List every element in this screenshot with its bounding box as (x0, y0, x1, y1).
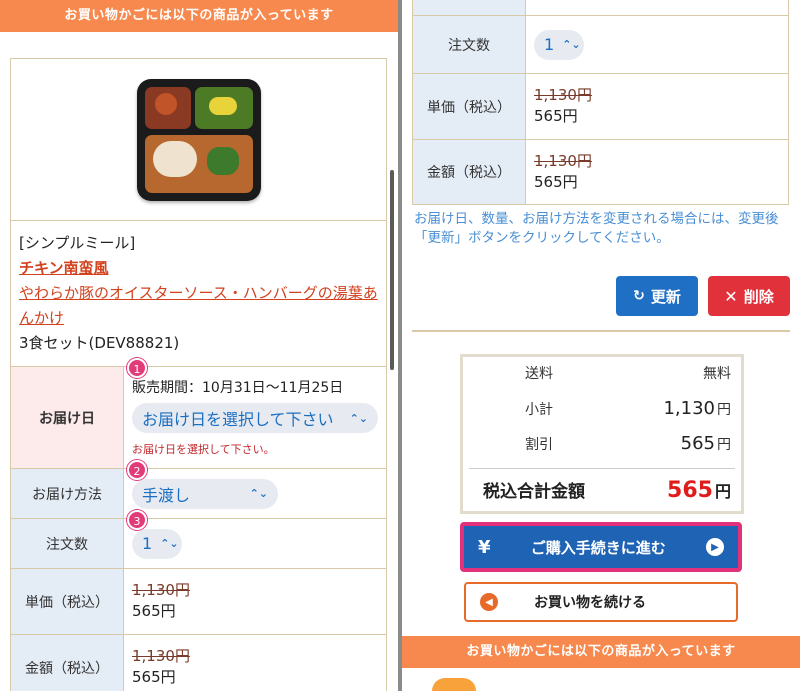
unit-price-value: 565円 (132, 602, 176, 620)
unit-price-row: 単価（税込） 1,130円 565円 (11, 568, 386, 634)
subtotal-value: 1,130 (663, 398, 715, 419)
delete-button[interactable]: ✕ 削除 (708, 276, 790, 316)
discount-label: 割引 (525, 437, 553, 453)
quantity-row: 注文数 3 1 ⌃⌄ (11, 510, 386, 568)
delivery-date-value: お届け日を選択して下さい (142, 410, 334, 429)
continue-shopping-button[interactable]: ◀ お買い物を続ける (464, 582, 738, 622)
product-image[interactable] (11, 58, 386, 220)
chevron-updown-icon: ⌃⌄ (249, 487, 268, 500)
arrow-left-circle-icon: ◀ (480, 593, 498, 611)
product-brand: [シンプルミール] (19, 234, 136, 252)
delivery-method-select[interactable]: 手渡し ⌃⌄ (132, 478, 278, 509)
checkout-label: ご購入手続きに進む (530, 538, 666, 557)
total-row: 税込合計金額 565 円 (469, 468, 735, 503)
quantity-value: 1 (544, 35, 555, 54)
discount-value: 565 (680, 433, 715, 454)
unit-price-original: 1,130円 (534, 86, 592, 104)
update-label: 更新 (650, 287, 681, 306)
close-icon: ✕ (724, 286, 738, 306)
unit-price-original: 1,130円 (132, 581, 190, 599)
shipping-value: 無料 (703, 366, 731, 382)
order-summary: 送料 無料 小計 1,130 円 割引 565 円 税込合計金額 565 円 (460, 354, 744, 514)
quantity-value: 1 (142, 534, 153, 553)
quantity-label: 注文数 (11, 519, 124, 568)
step-badge-1: 1 (127, 358, 147, 378)
amount-original: 1,130円 (534, 152, 592, 170)
delivery-method-value: 手渡し (142, 485, 191, 505)
total-value: 565 (667, 478, 713, 503)
delivery-date-label: お届け日 (11, 367, 124, 468)
amount-value: 565円 (132, 668, 176, 686)
quantity-select[interactable]: 1 ⌃⌄ (132, 528, 182, 559)
unit-price-label: 単価（税込） (11, 569, 124, 634)
unit-price-value: 565円 (534, 107, 578, 125)
delivery-date-select[interactable]: お届け日を選択して下さい ⌃⌄ (132, 403, 378, 433)
step-badge-3: 3 (127, 510, 147, 530)
product-info: [シンプルミール] チキン南蛮風 やわらか豚のオイスターソース・ハンバーグの湯葉… (11, 220, 386, 366)
total-label: 税込合計金額 (483, 482, 585, 502)
amount-label: 金額（税込） (11, 635, 124, 691)
discount-unit: 円 (717, 437, 731, 453)
continue-shopping-label: お買い物を続ける (534, 595, 646, 611)
amount-original: 1,130円 (132, 647, 190, 665)
unit-price-label: 単価（税込） (413, 74, 526, 139)
delivery-method-label: お届け方法 (11, 469, 124, 518)
chevron-updown-icon: ⌃⌄ (160, 537, 179, 550)
subtotal-row: 小計 1,130 円 (469, 398, 735, 433)
cart-banner-bottom: お買い物かごには以下の商品が入っています (402, 636, 800, 668)
update-button[interactable]: ↻ 更新 (616, 276, 698, 316)
amount-label: 金額（税込） (413, 140, 526, 204)
delivery-date-error: お届け日を選択して下さい。 (132, 443, 275, 456)
shipping-row: 送料 無料 (469, 363, 735, 398)
discount-row: 割引 565 円 (469, 433, 735, 468)
right-pane: 注文数 1 ⌃⌄ 単価（税込） 1,130円 565円 金額（税込） 1,130… (402, 0, 800, 691)
cart-banner: お買い物かごには以下の商品が入っています (0, 0, 398, 32)
total-unit: 円 (714, 482, 731, 501)
product-name-2[interactable]: やわらか豚のオイスターソース・ハンバーグの湯葉あんかけ (19, 281, 378, 331)
checkout-button[interactable]: ¥ ご購入手続きに進む ▶ (460, 522, 742, 572)
step-badge-2: 2 (127, 460, 147, 480)
section-divider (412, 330, 790, 332)
quantity-select[interactable]: 1 ⌃⌄ (534, 29, 584, 60)
amount-row: 金額（税込） 1,130円 565円 (11, 634, 386, 691)
delete-label: 削除 (743, 287, 774, 306)
product-name-1[interactable]: チキン南蛮風 (19, 256, 378, 281)
unit-price-row: 単価（税込） 1,130円 565円 (413, 73, 788, 139)
chevron-updown-icon: ⌃⌄ (562, 38, 581, 51)
cart-item-table-continued: 注文数 1 ⌃⌄ 単価（税込） 1,130円 565円 金額（税込） 1,130… (412, 0, 789, 205)
scrollbar-thumb[interactable] (390, 170, 394, 370)
left-pane: お買い物かごには以下の商品が入っています [シンプルミール] チキン南蛮風 やわ… (0, 0, 398, 691)
yen-icon: ¥ (478, 536, 491, 558)
chevron-updown-icon: ⌃⌄ (349, 411, 368, 425)
update-note: お届け日、数量、お届け方法を変更される場合には、変更後「更新」ボタンをクリックし… (414, 211, 779, 246)
sales-period: 販売期間：10月31日〜11月25日 (132, 380, 344, 396)
bento-image (136, 78, 261, 201)
product-set: 3食セット(DEV88821) (19, 334, 180, 352)
arrow-right-circle-icon: ▶ (705, 538, 724, 556)
amount-row: 金額（税込） 1,130円 565円 (413, 139, 788, 205)
cart-item-table: [シンプルミール] チキン南蛮風 やわらか豚のオイスターソース・ハンバーグの湯葉… (10, 58, 387, 691)
amount-value: 565円 (534, 173, 578, 191)
delivery-method-row: お届け方法 2 手渡し ⌃⌄ (11, 460, 386, 518)
refresh-icon: ↻ (633, 288, 645, 304)
quantity-row: 注文数 1 ⌃⌄ (413, 15, 788, 73)
quantity-label: 注文数 (413, 16, 526, 73)
delivery-date-row: お届け日 1 販売期間：10月31日〜11月25日 お届け日を選択して下さい ⌃… (11, 358, 386, 468)
subtotal-label: 小計 (525, 402, 553, 418)
shipping-label: 送料 (525, 366, 553, 382)
logo-icon (432, 678, 476, 691)
subtotal-unit: 円 (717, 402, 731, 418)
